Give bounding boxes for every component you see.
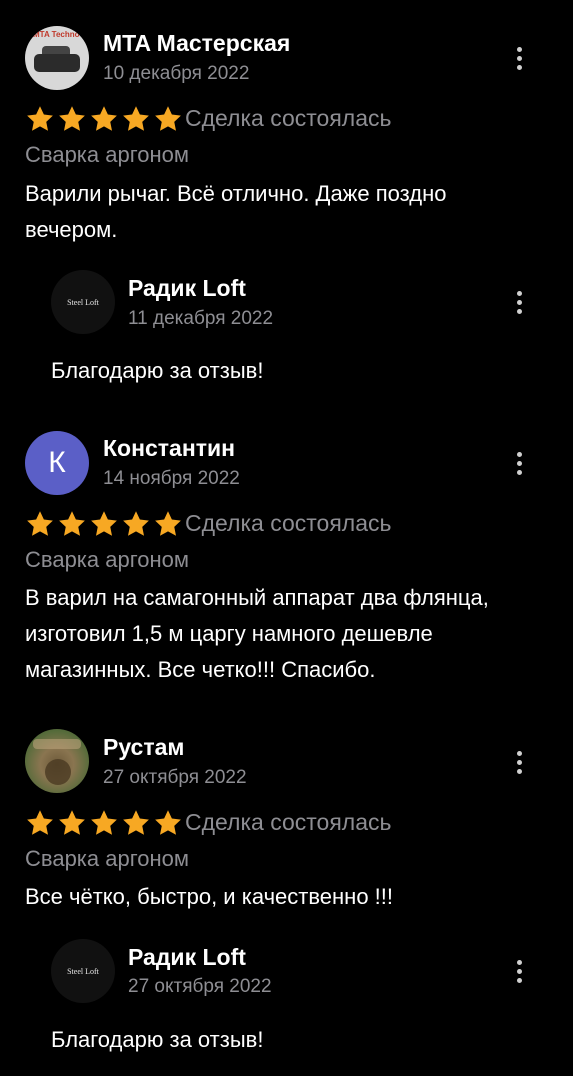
review-date: 10 декабря 2022	[103, 63, 250, 84]
review-menu-button[interactable]	[509, 43, 529, 73]
service-name: Сварка аргоном	[25, 142, 190, 167]
star-icon	[27, 511, 53, 536]
author-name[interactable]: MTA Мастерская	[103, 30, 290, 57]
reply-menu-button[interactable]	[509, 287, 529, 317]
star-icon	[123, 810, 149, 835]
review-menu-button[interactable]	[509, 747, 529, 777]
review-text: В варил на самагонный аппарат два флянца…	[25, 585, 489, 682]
star-icon	[27, 106, 53, 131]
reply-avatar[interactable]: Steel Loft	[51, 939, 115, 1003]
author-name[interactable]: Константин	[103, 435, 235, 462]
rating-stars	[25, 509, 183, 539]
author-avatar[interactable]: К	[25, 431, 89, 495]
author-avatar[interactable]: MTA Techno	[25, 26, 89, 90]
star-icon	[91, 511, 117, 536]
avatar-logo-text: Steel Loft	[67, 966, 99, 976]
more-vertical-icon	[516, 451, 522, 457]
reply-text: Благодарю за отзыв!	[51, 1027, 264, 1052]
service-name: Сварка аргоном	[25, 547, 190, 572]
rating-stars	[25, 808, 183, 838]
star-icon	[155, 810, 181, 835]
review-text: Все чётко, быстро, и качественно !!!	[25, 884, 394, 909]
reply-date: 11 декабря 2022	[128, 308, 274, 329]
star-icon	[155, 511, 181, 536]
avatar-logo-text: Steel Loft	[67, 297, 99, 307]
deal-status: Сделка состоялась	[185, 510, 392, 536]
more-vertical-icon	[516, 750, 522, 756]
reply-date: 27 октября 2022	[128, 976, 272, 997]
star-icon	[123, 106, 149, 131]
service-name: Сварка аргоном	[25, 846, 190, 871]
reply-text: Благодарю за отзыв!	[51, 358, 264, 383]
star-icon	[59, 511, 85, 536]
author-name[interactable]: Рустам	[103, 734, 184, 761]
avatar-letter: К	[48, 446, 66, 479]
rating-stars	[25, 104, 183, 134]
review-text: Варили рычаг. Всё отлично. Даже поздно в…	[25, 181, 447, 242]
avatar-logo-text: MTA Techno	[33, 30, 80, 39]
star-icon	[155, 106, 181, 131]
reply-author-name[interactable]: Радик Loft	[128, 944, 246, 971]
author-avatar[interactable]	[25, 729, 89, 793]
reply-author-name[interactable]: Радик Loft	[128, 275, 246, 302]
star-icon	[123, 511, 149, 536]
reply-menu-button[interactable]	[509, 956, 529, 986]
deal-status: Сделка состоялась	[185, 809, 392, 835]
reply-avatar[interactable]: Steel Loft	[51, 270, 115, 334]
star-icon	[59, 810, 85, 835]
more-vertical-icon	[516, 290, 522, 296]
star-icon	[91, 106, 117, 131]
more-vertical-icon	[516, 46, 522, 52]
star-icon	[27, 810, 53, 835]
more-vertical-icon	[516, 959, 522, 965]
star-icon	[59, 106, 85, 131]
review-date: 14 ноября 2022	[103, 468, 240, 489]
deal-status: Сделка состоялась	[185, 105, 392, 131]
review-date: 27 октября 2022	[103, 767, 247, 788]
review-menu-button[interactable]	[509, 448, 529, 478]
star-icon	[91, 810, 117, 835]
